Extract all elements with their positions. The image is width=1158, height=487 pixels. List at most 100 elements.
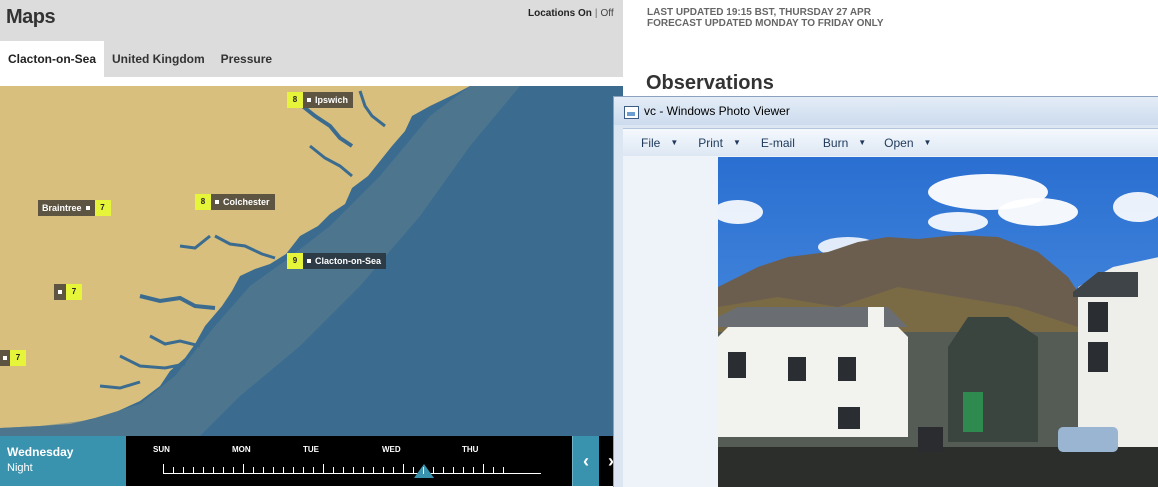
- locations-off-link[interactable]: Off: [601, 8, 614, 19]
- menu-open[interactable]: Open ▼: [866, 136, 931, 150]
- timeline-day-thu: THU: [462, 445, 479, 454]
- menu-print-label: Print: [698, 135, 723, 150]
- photo-image[interactable]: [718, 157, 1158, 487]
- slider-handle[interactable]: [414, 464, 434, 478]
- last-updated: LAST UPDATED 19:15 BST, THURSDAY 27 APR: [647, 7, 871, 18]
- maps-title: Maps: [6, 6, 56, 28]
- timeline-tick: [493, 467, 494, 474]
- timeline-tick: [423, 467, 424, 474]
- timeline-axis: [163, 473, 541, 474]
- temp-badge: 8: [287, 92, 303, 108]
- temp-badge: 7: [66, 284, 82, 300]
- timeline-tick: [343, 467, 344, 474]
- caret-down-icon: ▼: [670, 138, 679, 147]
- caret-down-icon: ▼: [732, 138, 741, 147]
- menu-open-label: Open: [884, 135, 914, 150]
- location-braintree[interactable]: Braintree 7: [38, 200, 111, 216]
- weather-map[interactable]: 8 Ipswich Braintree 7 8 Colchester 9 Cla…: [0, 86, 623, 436]
- location-name: Ipswich: [315, 95, 349, 105]
- timeline-tick: [363, 467, 364, 474]
- location-dot-icon: [307, 259, 311, 263]
- tab-pressure[interactable]: Pressure: [213, 41, 280, 77]
- viewer-title: vc - Windows Photo Viewer: [644, 104, 790, 118]
- map-top-strip: [0, 77, 623, 86]
- timeline-tick: [163, 464, 164, 474]
- timeline-tick: [463, 467, 464, 474]
- timeline-day-mon: MON: [232, 445, 251, 454]
- forecast-note: FORECAST UPDATED MONDAY TO FRIDAY ONLY: [647, 18, 884, 29]
- timeline-tick: [413, 467, 414, 474]
- location-colchester[interactable]: 8 Colchester: [195, 194, 275, 210]
- menu-file-label: File: [641, 135, 661, 150]
- menu-email[interactable]: E-mail: [741, 136, 795, 150]
- timeline-scale[interactable]: SUN MON TUE WED THU: [127, 436, 571, 486]
- caret-down-icon: ▼: [858, 138, 867, 147]
- tab-clacton-on-sea[interactable]: Clacton-on-Sea: [0, 41, 105, 77]
- menu-burn[interactable]: Burn ▼: [795, 136, 866, 150]
- timeline-day-tue: TUE: [303, 445, 319, 454]
- timeline-tick: [483, 464, 484, 474]
- viewer-titlebar[interactable]: vc - Windows Photo Viewer: [614, 97, 1158, 125]
- temp-badge: 7: [94, 200, 111, 216]
- timeline-tick: [223, 467, 224, 474]
- timeline-tick: [173, 467, 174, 474]
- chevron-left-icon: ‹: [583, 451, 589, 471]
- timeline-tick: [333, 467, 334, 474]
- timeline-tick: [393, 467, 394, 474]
- timeline-tick: [183, 467, 184, 474]
- location-unnamed-2[interactable]: 7: [0, 350, 26, 366]
- timeline-tick: [253, 467, 254, 474]
- menu-print[interactable]: Print ▼: [678, 136, 741, 150]
- timeline-tick: [323, 464, 324, 474]
- timeline-tick: [203, 467, 204, 474]
- timeline-tick: [303, 467, 304, 474]
- location-ipswich[interactable]: 8 Ipswich: [287, 92, 354, 108]
- map-tabs: Clacton-on-Sea United Kingdom Pressure: [0, 41, 280, 77]
- prev-button[interactable]: ‹: [572, 436, 599, 486]
- tab-united-kingdom[interactable]: United Kingdom: [104, 41, 213, 77]
- update-info: LAST UPDATED 19:15 BST, THURSDAY 27 APR …: [647, 7, 884, 29]
- timeline-day-wed: WED: [382, 445, 401, 454]
- timeline-bar: Wednesday Night SUN MON TUE WED THU ‹ ›: [0, 436, 623, 486]
- locations-on-link[interactable]: Locations On: [528, 8, 592, 19]
- timeline-tick: [353, 467, 354, 474]
- locations-toggle: Locations On | Off: [528, 8, 614, 19]
- temp-badge: 9: [287, 253, 303, 269]
- temp-badge: 7: [10, 350, 26, 366]
- maps-panel: Maps Locations On | Off Clacton-on-Sea Uni…: [0, 0, 623, 486]
- timeline-tick: [283, 467, 284, 474]
- menu-email-label: E-mail: [760, 135, 795, 150]
- timeline-tick: [473, 467, 474, 474]
- temp-badge: 8: [195, 194, 211, 210]
- timeline-tick: [263, 467, 264, 474]
- timeline-tick: [243, 464, 244, 474]
- timeline-tick: [403, 464, 404, 474]
- timeline-tick: [503, 467, 504, 474]
- photo-viewer-window: vc - Windows Photo Viewer File ▼ Print ▼ E…: [613, 96, 1158, 487]
- current-day: Wednesday: [7, 445, 74, 459]
- location-dot-icon: [85, 206, 90, 210]
- location-clacton-on-sea[interactable]: 9 Clacton-on-Sea: [287, 253, 387, 269]
- timeline-tick: [383, 467, 384, 474]
- menu-file[interactable]: File ▼: [623, 136, 678, 150]
- location-dot-icon: [3, 356, 7, 360]
- observations-title: Observations: [646, 72, 774, 94]
- timeline-tick: [433, 467, 434, 474]
- location-unnamed-1[interactable]: 7: [54, 284, 82, 300]
- photo-graphic: [718, 157, 1158, 487]
- location-name: Braintree: [42, 203, 82, 213]
- timeline-tick: [273, 467, 274, 474]
- caret-down-icon: ▼: [923, 138, 932, 147]
- location-name: Colchester: [223, 197, 270, 207]
- timeline-tick: [193, 467, 194, 474]
- timeline-tick: [373, 467, 374, 474]
- timeline-day-sun: SUN: [153, 445, 170, 454]
- timeline-tick: [233, 467, 234, 474]
- menu-burn-label: Burn: [822, 135, 849, 150]
- current-period-label: Night: [7, 462, 33, 474]
- viewer-menubar: File ▼ Print ▼ E-mail Burn ▼ Open ▼: [623, 128, 1158, 157]
- current-period: Wednesday Night: [0, 436, 126, 486]
- timeline-tick: [453, 467, 454, 474]
- timeline-tick: [293, 467, 294, 474]
- photo-viewer-icon: [624, 106, 639, 119]
